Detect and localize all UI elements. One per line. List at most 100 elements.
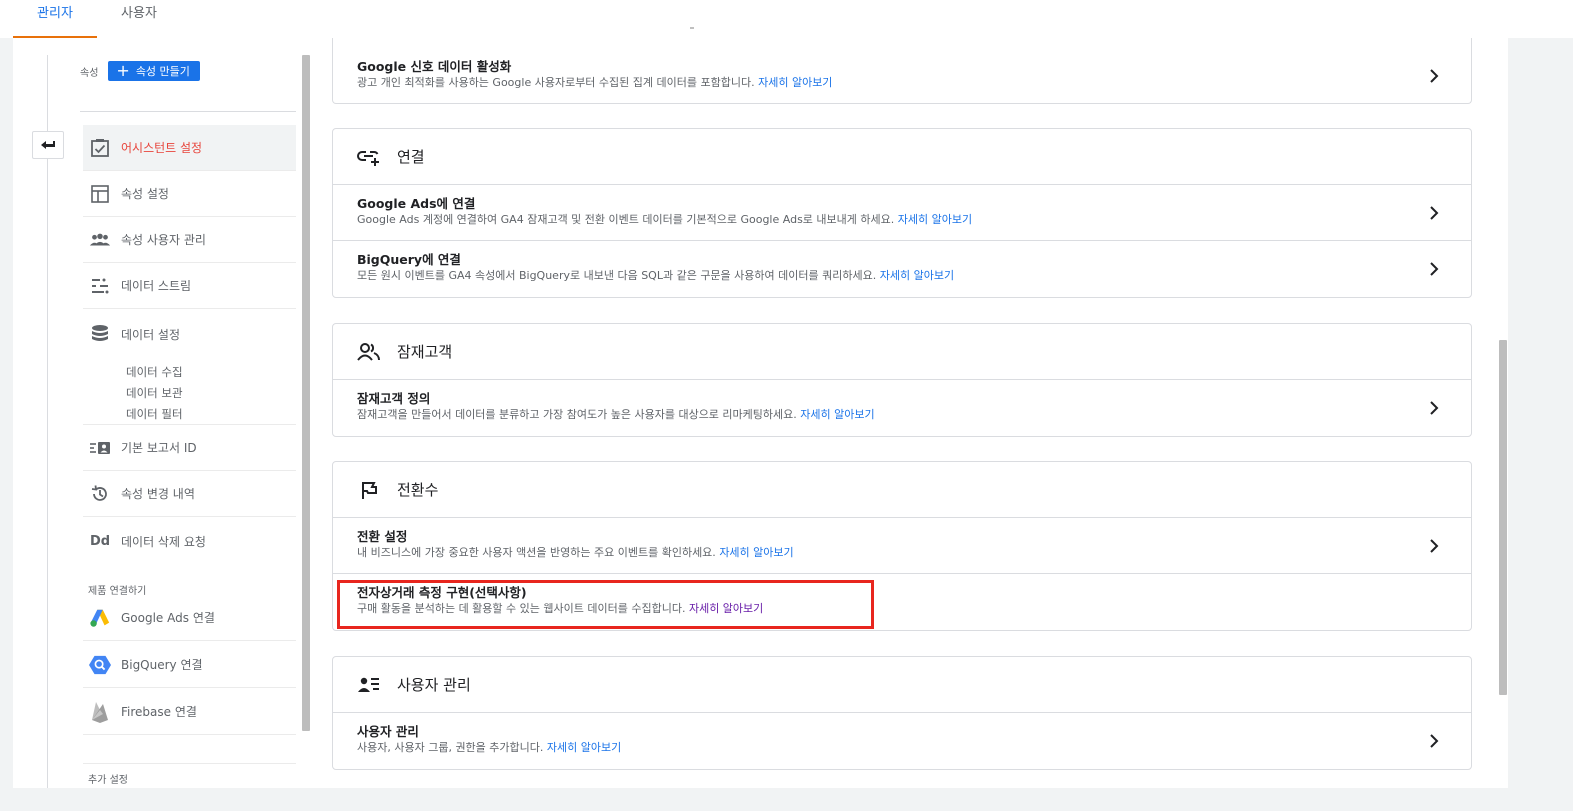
create-property-label: 속성 만들기 (135, 65, 190, 78)
people-icon (89, 229, 111, 251)
tab-user[interactable]: 사용자 (102, 0, 176, 38)
sidebar-subitem-data-filters[interactable]: 데이터 필터 (126, 406, 183, 422)
back-button[interactable] (32, 131, 64, 159)
sidebar-item-firebase-links[interactable]: Firebase 연결 (83, 689, 296, 735)
sidebar-item-google-ads-links[interactable]: Google Ads 연결 (83, 595, 296, 641)
divider-dot (690, 27, 694, 29)
checklist-icon (89, 137, 111, 159)
row-title: Google Ads에 연결 (357, 196, 476, 211)
flag-icon (357, 478, 381, 502)
row-title: Google 신호 데이터 활성화 (357, 59, 512, 74)
sidebar-divider (80, 111, 296, 112)
google-ads-link-row[interactable]: Google Ads에 연결 Google Ads 계정에 연결하여 GA4 잠… (333, 185, 1471, 241)
sidebar-item-label: Firebase 연결 (121, 705, 197, 719)
sidebar-item-label: 데이터 스트림 (121, 279, 192, 293)
conversions-card-header: 전환수 (333, 462, 1471, 518)
manage-users-icon (357, 673, 381, 697)
sidebar-item-label: 속성 변경 내역 (121, 487, 195, 501)
card-header-title: 사용자 관리 (397, 676, 471, 694)
conversion-settings-row[interactable]: 전환 설정 내 비즈니스에 가장 중요한 사용자 액션을 반영하는 주요 이벤트… (333, 518, 1471, 574)
create-property-button[interactable]: + 속성 만들기 (108, 61, 200, 81)
row-description: 내 비즈니스에 가장 중요한 사용자 액션을 반영하는 주요 이벤트를 확인하세… (357, 546, 794, 559)
firebase-icon (89, 701, 111, 723)
row-description: 광고 개인 최적화를 사용하는 Google 사용자로부터 수집된 집계 데이터… (357, 76, 833, 89)
sidebar-item-bigquery-links[interactable]: BigQuery 연결 (83, 642, 296, 688)
row-description: 구매 활동을 분석하는 데 활용할 수 있는 웹사이트 데이터를 수집합니다. … (357, 602, 764, 615)
back-arrow-icon (41, 141, 55, 149)
more-settings-heading: 추가 설정 (88, 775, 128, 786)
sidebar-item-property-users[interactable]: 속성 사용자 관리 (83, 217, 296, 263)
property-header: 속성 + 속성 만들기 (80, 60, 200, 82)
learn-more-link[interactable]: 자세히 알아보기 (547, 741, 621, 754)
row-title: 전환 설정 (357, 529, 408, 544)
user-management-card-header: 사용자 관리 (333, 657, 1471, 713)
card-header-title: 전환수 (397, 481, 439, 499)
stream-icon (89, 275, 111, 297)
google-signals-row[interactable]: Google 신호 데이터 활성화 광고 개인 최적화를 사용하는 Google… (333, 48, 1471, 104)
row-description: 잠재고객을 만들어서 데이터를 분류하고 가장 참여도가 높은 사용자를 대상으… (357, 408, 875, 421)
sidebar-item-assistant[interactable]: 어시스턴트 설정 (83, 125, 296, 171)
sidebar-item-label: 데이터 설정 (121, 327, 181, 342)
sidebar-scrollbar[interactable] (302, 55, 310, 731)
sidebar-item-label: 데이터 삭제 요청 (121, 534, 206, 549)
tab-admin[interactable]: 관리자 (13, 0, 97, 38)
dd-icon: Dd (89, 533, 111, 549)
linking-card-header: 연결 (333, 129, 1471, 185)
learn-more-link[interactable]: 자세히 알아보기 (689, 602, 763, 615)
rail-divider (47, 55, 48, 790)
audience-icon (357, 340, 381, 364)
chevron-right-icon (1430, 262, 1439, 276)
sidebar-subitem-data-retention[interactable]: 데이터 보관 (126, 385, 183, 401)
row-description: 모든 원시 이벤트를 GA4 속성에서 BigQuery로 내보낸 다음 SQL… (357, 269, 955, 282)
sidebar-item-label: 속성 사용자 관리 (121, 233, 206, 247)
user-management-row[interactable]: 사용자 관리 사용자, 사용자 그룹, 권한을 추가합니다. 자세히 알아보기 (333, 713, 1471, 769)
audience-definitions-row[interactable]: 잠재고객 정의 잠재고객을 만들어서 데이터를 분류하고 가장 참여도가 높은 … (333, 380, 1471, 436)
learn-more-link[interactable]: 자세히 알아보기 (898, 213, 972, 226)
sidebar-item-label: Google Ads 연결 (121, 611, 215, 625)
content-scrollbar[interactable] (1499, 340, 1507, 695)
sidebar-item-change-history[interactable]: 속성 변경 내역 (83, 471, 296, 517)
history-icon (89, 483, 111, 505)
learn-more-link[interactable]: 자세히 알아보기 (880, 269, 954, 282)
sidebar-item-label: BigQuery 연결 (121, 658, 203, 672)
chevron-right-icon (1430, 401, 1439, 415)
learn-more-link[interactable]: 자세히 알아보기 (800, 408, 874, 421)
card-header-title: 연결 (397, 148, 425, 166)
link-add-icon (357, 145, 381, 169)
top-tab-bar: 관리자 사용자 (0, 0, 1573, 38)
sidebar-item-property-settings[interactable]: 속성 설정 (83, 171, 296, 217)
learn-more-link[interactable]: 자세히 알아보기 (719, 546, 793, 559)
conversions-card: 전환수 전환 설정 내 비즈니스에 가장 중요한 사용자 액션을 반영하는 주요… (332, 461, 1472, 631)
chevron-right-icon (1430, 539, 1439, 553)
sidebar-item-reporting-id[interactable]: 기본 보고서 ID (83, 425, 296, 471)
chevron-right-icon (1430, 734, 1439, 748)
admin-sidebar: 속성 + 속성 만들기 어시스턴트 설정 속성 설정 속성 사용자 관리 데이터… (80, 55, 296, 790)
sidebar-divider (83, 763, 296, 764)
google-signals-card: Google 신호 데이터 활성화 광고 개인 최적화를 사용하는 Google… (332, 38, 1472, 104)
row-title: BigQuery에 연결 (357, 252, 461, 267)
sidebar-item-data-streams[interactable]: 데이터 스트림 (83, 263, 296, 309)
property-label: 속성 (80, 67, 99, 79)
chevron-right-icon (1430, 206, 1439, 220)
sidebar-item-label: 속성 설정 (121, 187, 169, 201)
sidebar-item-data-deletion[interactable]: Dd 데이터 삭제 요청 (83, 518, 296, 564)
bigquery-link-row[interactable]: BigQuery에 연결 모든 원시 이벤트를 GA4 속성에서 BigQuer… (333, 241, 1471, 297)
plus-icon: + (116, 61, 130, 80)
row-title: 사용자 관리 (357, 724, 419, 739)
user-management-card: 사용자 관리 사용자 관리 사용자, 사용자 그룹, 권한을 추가합니다. 자세… (332, 656, 1472, 770)
property-settings-content: Google 신호 데이터 활성화 광고 개인 최적화를 사용하는 Google… (332, 38, 1472, 788)
sidebar-item-label: 어시스턴트 설정 (121, 141, 203, 155)
learn-more-link[interactable]: 자세히 알아보기 (758, 76, 832, 89)
audiences-card-header: 잠재고객 (333, 324, 1471, 380)
database-icon (89, 323, 111, 345)
ecommerce-measurement-row[interactable]: 전자상거래 측정 구현(선택사항) 구매 활동을 분석하는 데 활용할 수 있는… (333, 574, 1471, 630)
sidebar-subitem-data-collection[interactable]: 데이터 수집 (126, 364, 183, 380)
card-header-title: 잠재고객 (397, 343, 453, 361)
google-ads-icon (89, 607, 111, 629)
bigquery-icon (89, 654, 111, 676)
sidebar-item-data-settings[interactable]: 데이터 설정 (83, 311, 296, 357)
audiences-card: 잠재고객 잠재고객 정의 잠재고객을 만들어서 데이터를 분류하고 가장 참여도… (332, 323, 1472, 437)
row-title: 전자상거래 측정 구현(선택사항) (357, 585, 527, 600)
row-description: 사용자, 사용자 그룹, 권한을 추가합니다. 자세히 알아보기 (357, 741, 622, 754)
linking-card: 연결 Google Ads에 연결 Google Ads 계정에 연결하여 GA… (332, 128, 1472, 298)
